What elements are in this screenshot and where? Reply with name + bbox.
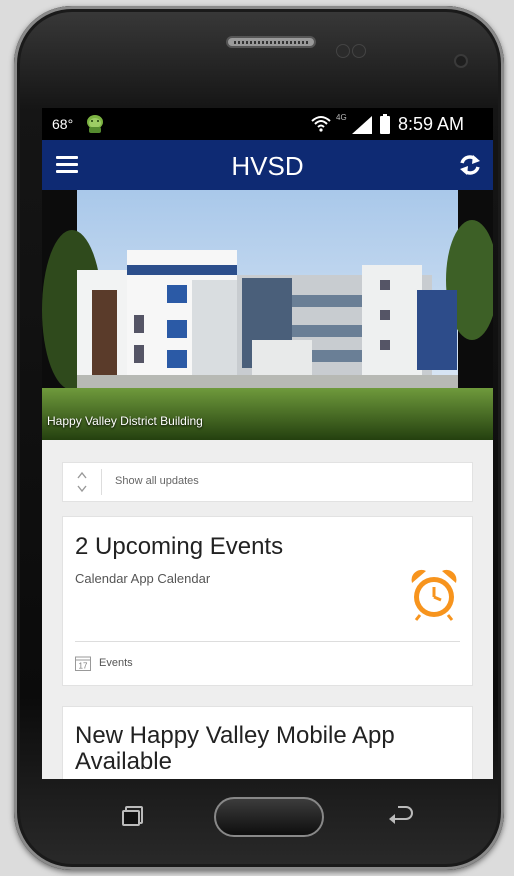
show-updates-bar[interactable]: Show all updates: [62, 462, 473, 502]
front-camera: [454, 54, 468, 68]
news-card[interactable]: New Happy Valley Mobile App Available: [62, 706, 473, 779]
calendar-icon: 17: [75, 656, 91, 671]
calendar-icon-date: 17: [79, 662, 88, 671]
upcoming-events-card[interactable]: 2 Upcoming Events Calendar App Calendar …: [62, 516, 473, 686]
earpiece-speaker: [226, 36, 316, 48]
card-subtitle: Calendar App Calendar: [75, 571, 211, 586]
hardware-nav-bar: [42, 779, 493, 854]
android-robot-icon: [87, 115, 103, 133]
expand-collapse-icon: [77, 471, 87, 493]
battery-icon: [380, 114, 390, 134]
recent-apps-icon[interactable]: [122, 805, 144, 827]
news-title: New Happy Valley Mobile App Available: [75, 722, 395, 775]
hero-caption: Happy Valley District Building: [47, 414, 203, 428]
card-title: 2 Upcoming Events: [75, 533, 284, 560]
alarm-clock-icon: [411, 569, 457, 621]
light-sensor: [352, 44, 366, 58]
status-bar: 68° 4G 8:59 AM: [42, 108, 493, 140]
refresh-icon[interactable]: [457, 152, 483, 178]
back-arrow-icon[interactable]: [388, 805, 414, 825]
weather-temperature: 68°: [52, 116, 74, 132]
events-link[interactable]: Events: [99, 657, 133, 669]
feed: Show all updates 2 Upcoming Events Calen…: [42, 440, 493, 779]
proximity-sensor: [336, 44, 350, 58]
home-button[interactable]: [214, 797, 324, 837]
app-title: HVSD: [231, 151, 304, 181]
district-building-photo: [42, 190, 493, 440]
divider: [101, 469, 102, 495]
app-header: HVSD: [42, 140, 493, 190]
network-type-label: 4G: [336, 113, 347, 122]
hero-banner[interactable]: Happy Valley District Building: [42, 190, 493, 440]
wifi-icon: [311, 116, 331, 132]
app-screen: 68° 4G 8:59 AM HVSD Happy Valley Distric…: [42, 108, 493, 779]
signal-strength-icon: [352, 116, 372, 134]
divider: [75, 641, 460, 642]
show-all-updates-label: Show all updates: [115, 475, 199, 487]
status-clock: 8:59 AM: [398, 114, 465, 134]
